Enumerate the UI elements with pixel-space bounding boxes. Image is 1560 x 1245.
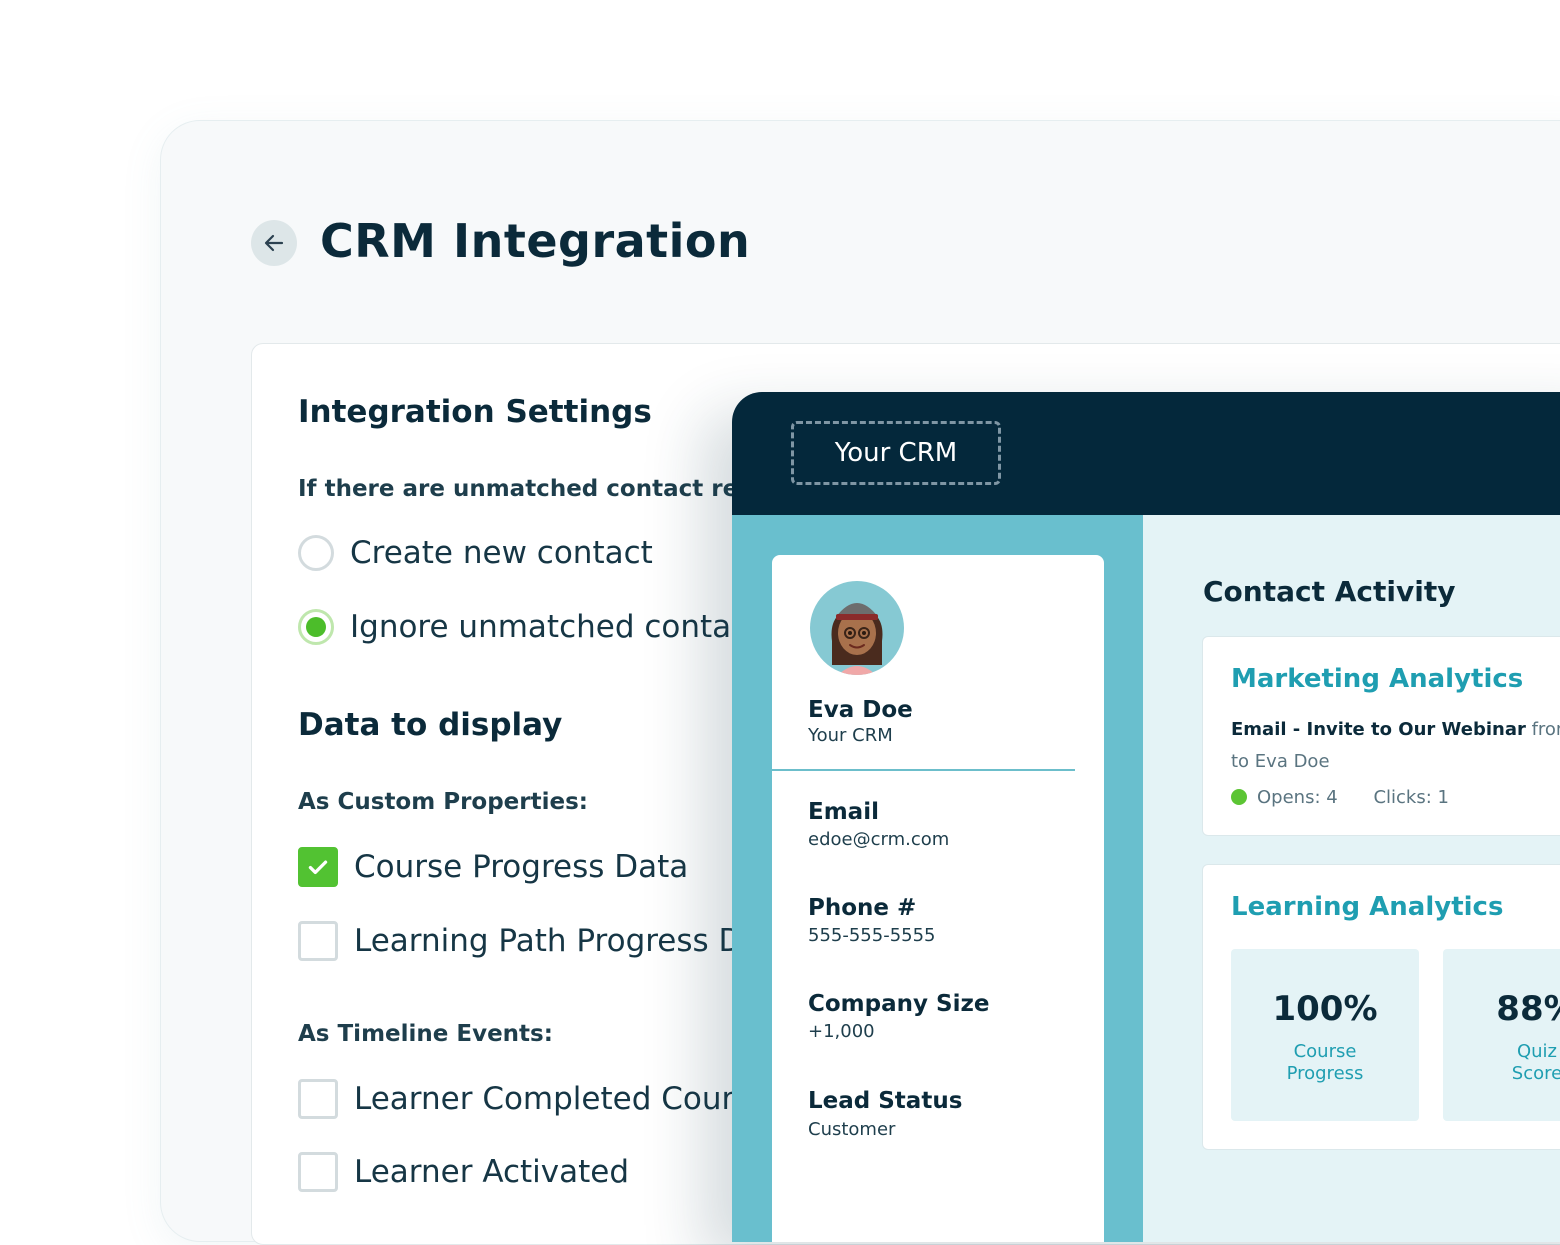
checkbox-label: Learning Path Progress D (354, 923, 743, 959)
divider (772, 769, 1075, 771)
checkbox-row-learner-completed[interactable]: Learner Completed Cour (298, 1079, 734, 1119)
field-label-phone: Phone # (808, 895, 917, 921)
option-label: Ignore unmatched conta (350, 609, 732, 645)
field-label-company-size: Company Size (808, 991, 990, 1017)
stat-label: Quiz Score (1443, 1041, 1560, 1085)
email-activity-line: Email - Invite to Our Webinar from (1231, 719, 1560, 740)
stat-label-line1: Course (1293, 1041, 1357, 1062)
checkbox-learner-activated[interactable] (298, 1152, 338, 1192)
stat-label: Course Progress (1231, 1041, 1419, 1085)
contact-activity-title: Contact Activity (1203, 575, 1456, 608)
integration-settings-heading: Integration Settings (298, 394, 652, 430)
checkbox-course-progress[interactable] (298, 847, 338, 887)
checkbox-learner-completed[interactable] (298, 1079, 338, 1119)
clicks-count: Clicks: 1 (1373, 787, 1449, 808)
field-value-email: edoe@crm.com (808, 829, 950, 850)
stat-value: 100% (1272, 989, 1378, 1029)
field-value-company-size: +1,000 (808, 1021, 875, 1042)
custom-properties-label: As Custom Properties: (298, 789, 588, 815)
email-from: from (1531, 719, 1560, 740)
field-label-email: Email (808, 799, 879, 825)
email-stats: Opens: 4 Clicks: 1 (1231, 787, 1449, 808)
contact-name: Eva Doe (808, 697, 913, 723)
crm-header: Your CRM (732, 392, 1560, 515)
data-to-display-heading: Data to display (298, 707, 563, 743)
status-dot-icon (1231, 789, 1247, 805)
unmatched-prompt: If there are unmatched contact re (298, 476, 739, 502)
timeline-events-label: As Timeline Events: (298, 1021, 553, 1047)
stat-tile-course-progress: 100% Course Progress (1231, 949, 1419, 1121)
radio-create-new-contact[interactable] (298, 535, 334, 571)
avatar-illustration-icon (831, 603, 883, 675)
contact-card: Eva Doe Your CRM Email edoe@crm.com Phon… (772, 555, 1104, 1242)
checkbox-learning-path[interactable] (298, 921, 338, 961)
crm-logo-placeholder: Your CRM (791, 421, 1001, 485)
option-create-new-contact[interactable]: Create new contact (298, 535, 653, 571)
option-label: Create new contact (350, 535, 653, 571)
crm-contact-column: Eva Doe Your CRM Email edoe@crm.com Phon… (732, 515, 1143, 1242)
learning-analytics-title: Learning Analytics (1231, 892, 1504, 922)
radio-ignore-unmatched[interactable] (298, 609, 334, 645)
checkbox-label: Course Progress Data (354, 849, 689, 885)
checkmark-icon (308, 860, 328, 875)
field-value-lead-status: Customer (808, 1119, 896, 1140)
stat-label-line2: Progress (1286, 1063, 1364, 1084)
marketing-analytics-title: Marketing Analytics (1231, 664, 1524, 694)
crm-preview-panel: Your CRM Eva Doe Your CRM Email edoe@crm… (732, 392, 1560, 1242)
checkbox-row-course-progress[interactable]: Course Progress Data (298, 847, 688, 887)
page-title: CRM Integration (320, 214, 751, 268)
option-ignore-unmatched[interactable]: Ignore unmatched conta (298, 609, 731, 645)
email-recipient: to Eva Doe (1231, 751, 1330, 772)
field-label-lead-status: Lead Status (808, 1088, 963, 1114)
checkbox-label: Learner Completed Cour (354, 1081, 735, 1117)
stat-value: 88% (1496, 989, 1560, 1029)
learning-analytics-card: Learning Analytics 100% Course Progress … (1202, 864, 1560, 1150)
avatar (810, 581, 904, 675)
contact-source: Your CRM (808, 725, 893, 746)
stat-label-line2: Score (1511, 1063, 1560, 1084)
arrow-left-icon (264, 234, 284, 252)
opens-count: Opens: 4 (1257, 787, 1338, 808)
checkbox-row-learning-path[interactable]: Learning Path Progress D (298, 921, 742, 961)
checkbox-label: Learner Activated (354, 1154, 630, 1190)
stat-tile-quiz-score: 88% Quiz Score (1443, 949, 1560, 1121)
field-value-phone: 555-555-5555 (808, 925, 936, 946)
back-button[interactable] (251, 220, 297, 266)
checkbox-row-learner-activated[interactable]: Learner Activated (298, 1152, 629, 1192)
stat-label-line1: Quiz (1516, 1041, 1558, 1062)
marketing-analytics-card: Marketing Analytics Email - Invite to Ou… (1202, 636, 1560, 836)
crm-activity-column: Contact Activity Marketing Analytics Ema… (1143, 515, 1560, 1242)
email-subject: Email - Invite to Our Webinar (1231, 719, 1526, 740)
